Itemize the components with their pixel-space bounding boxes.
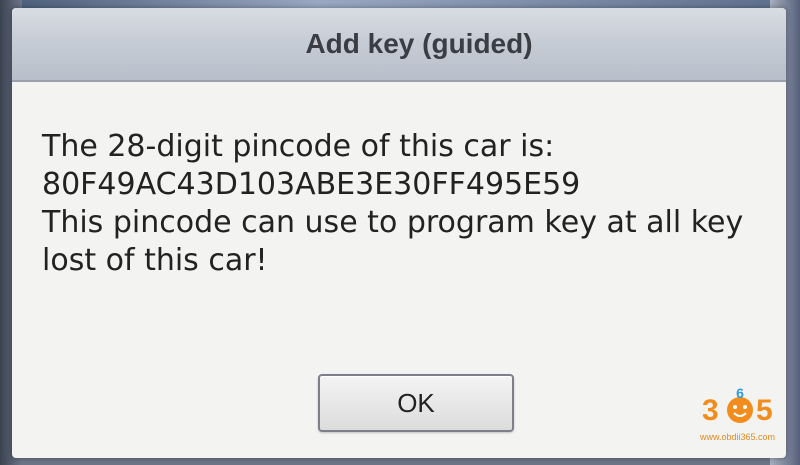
message-line-1: The 28-digit pincode of this car is: [42, 129, 555, 164]
logo-digit-3: 3 [702, 394, 719, 427]
dialog-titlebar: Add key (guided) [12, 8, 786, 82]
dialog-message: The 28-digit pincode of this car is: 80F… [42, 128, 762, 280]
add-key-dialog: Add key (guided) The 28-digit pincode of… [12, 8, 786, 458]
message-line-3: This pincode can use to program key at a… [42, 205, 744, 240]
logo-digit-6: 6 [736, 385, 744, 401]
message-line-4: lost of this car! [42, 243, 268, 278]
ok-button[interactable]: OK [318, 374, 514, 432]
dialog-title: Add key (guided) [305, 28, 533, 59]
watermark-url: www.obdii365.com [700, 432, 776, 442]
logo-digit-5: 5 [756, 394, 773, 427]
pincode-value: 80F49AC43D103ABE3E30FF495E59 [42, 167, 581, 202]
